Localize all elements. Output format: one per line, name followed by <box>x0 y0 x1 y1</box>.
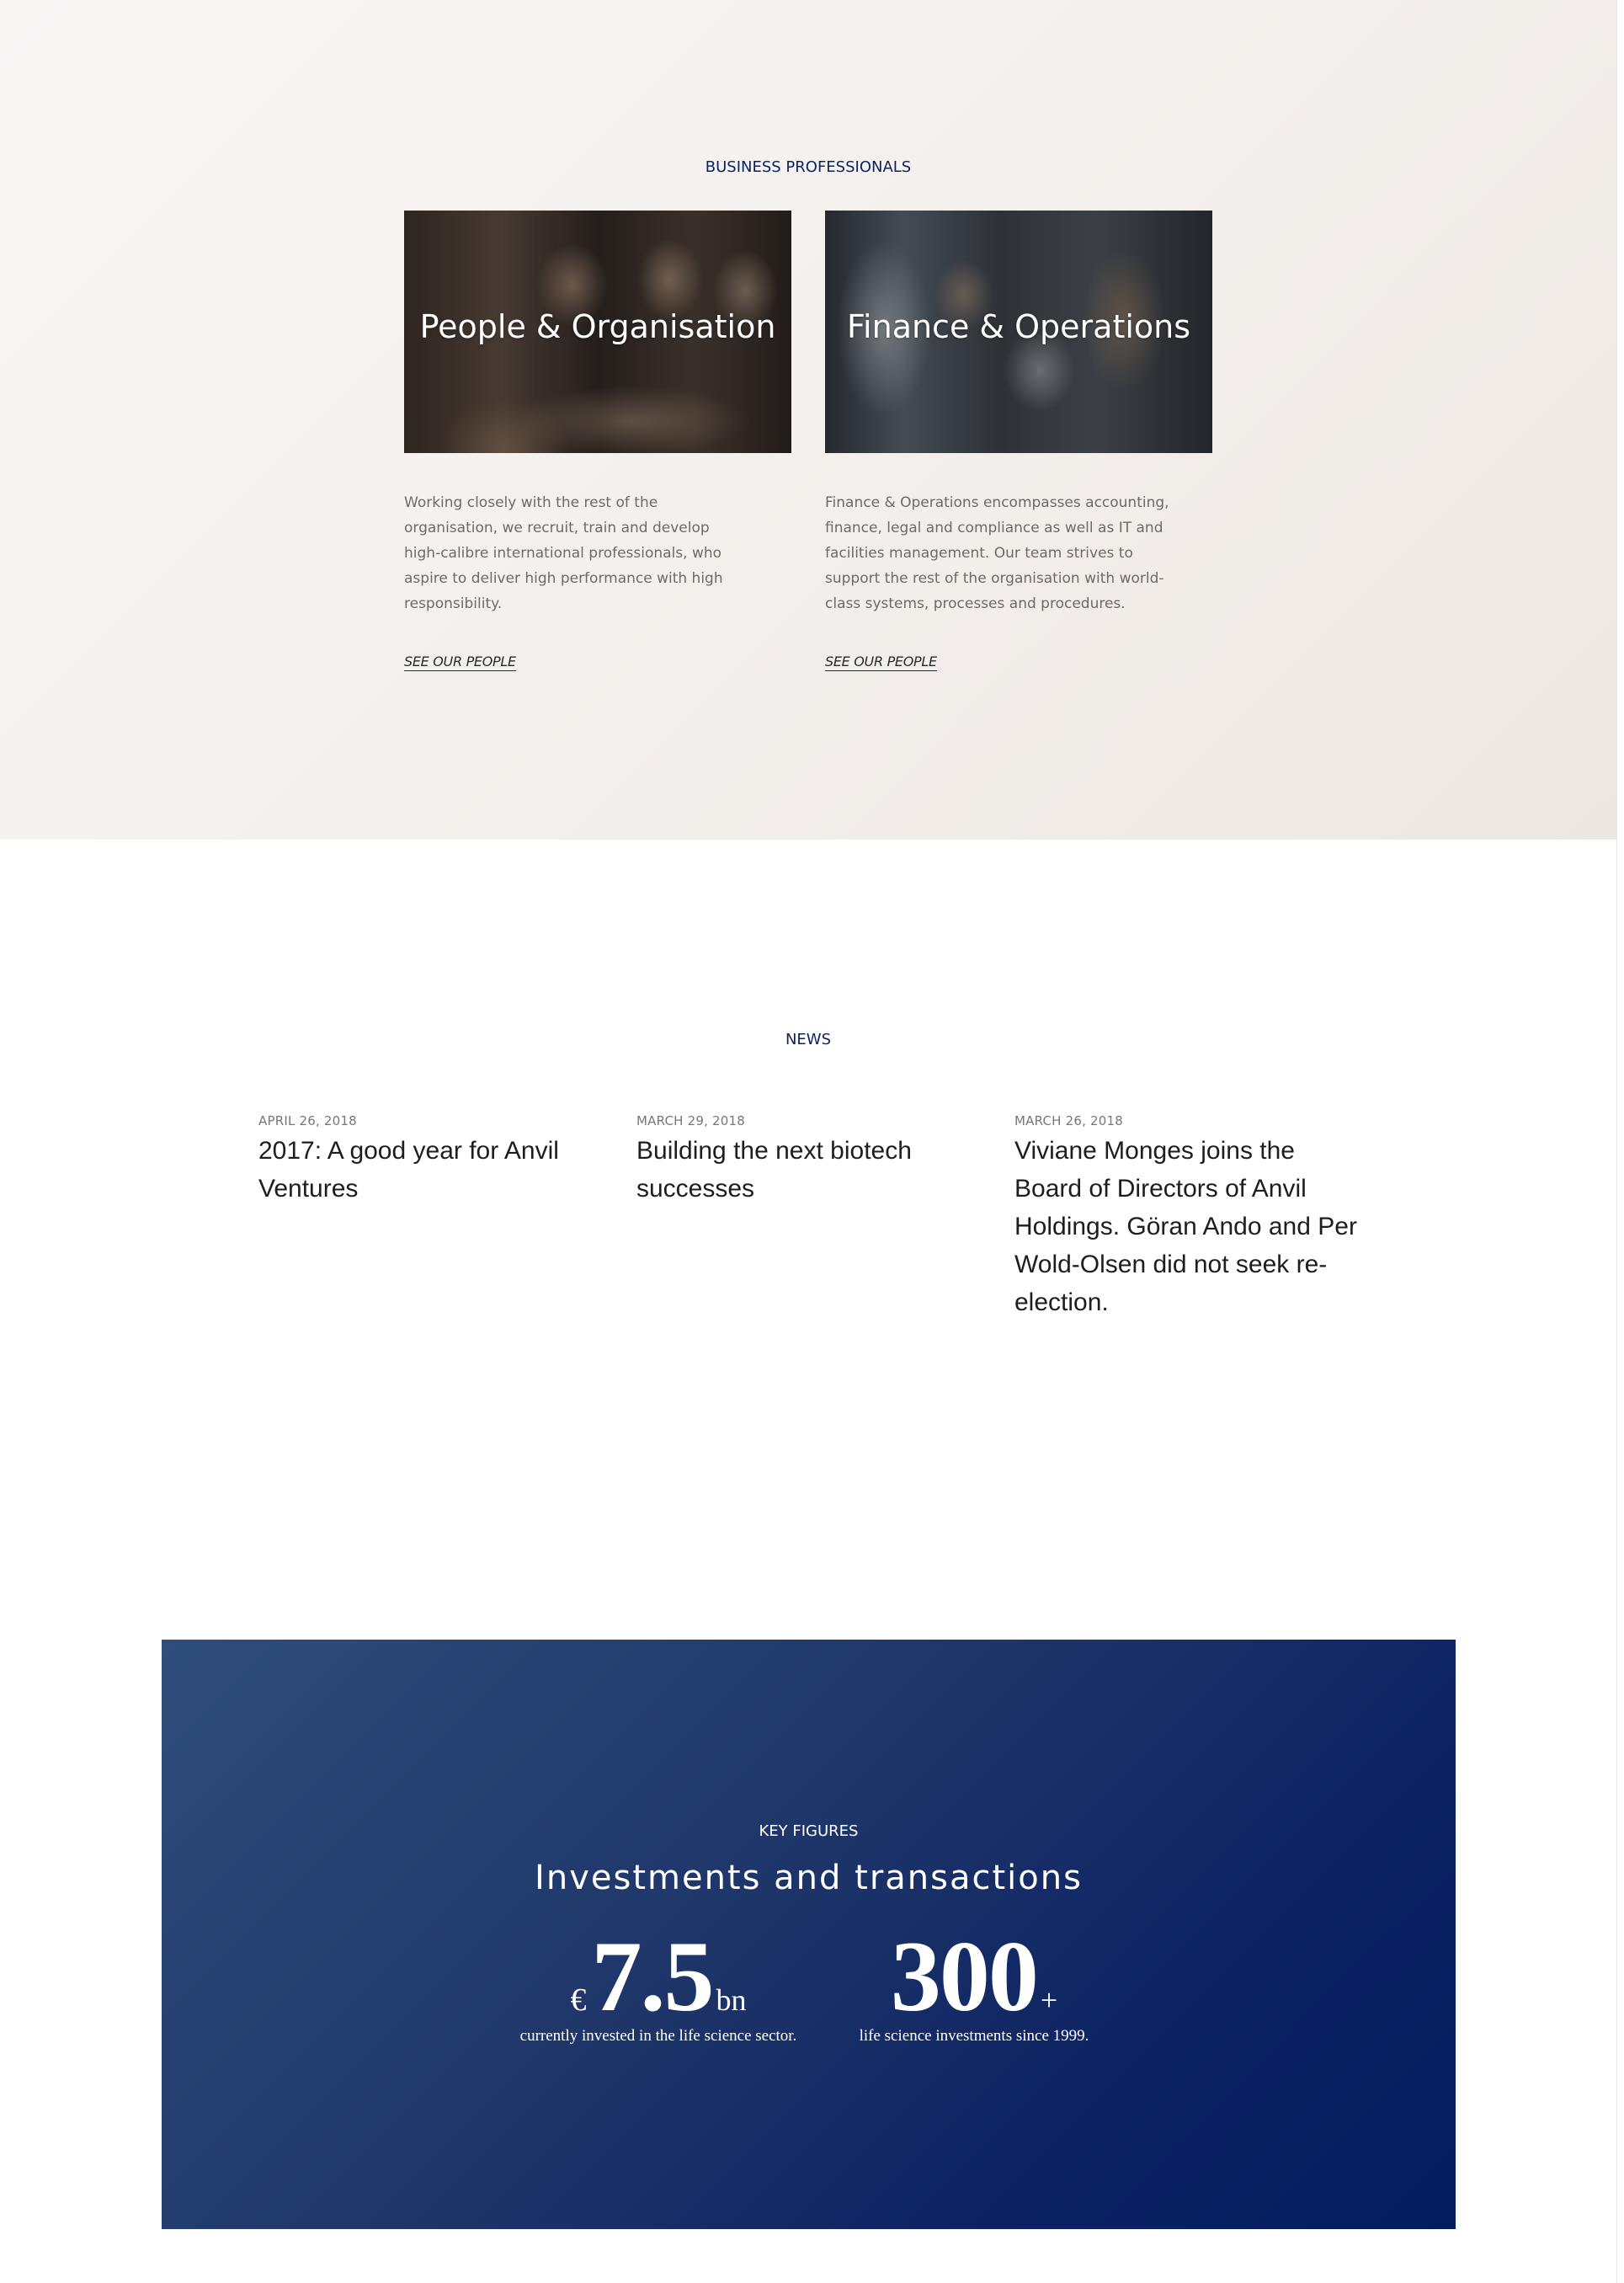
page: BUSINESS PROFESSIONALS People & Organisa… <box>0 0 1624 2283</box>
news-title-link[interactable]: Building the next biotech successes <box>636 1132 940 1208</box>
business-professionals-section: BUSINESS PROFESSIONALS People & Organisa… <box>0 0 1616 840</box>
finance-operations-card: Finance & Operations Finance & Operation… <box>825 211 1212 671</box>
news-date: MARCH 26, 2018 <box>1014 1113 1123 1128</box>
finance-operations-image[interactable]: Finance & Operations <box>825 211 1212 453</box>
business-professionals-eyebrow: BUSINESS PROFESSIONALS <box>705 158 912 176</box>
people-organisation-card: People & Organisation Working closely wi… <box>404 211 791 671</box>
figure-unit: bn <box>716 1983 747 2017</box>
page-scrollbar[interactable] <box>1616 0 1624 2283</box>
key-figures-section: KEY FIGURES Investments and transactions… <box>162 1640 1456 2229</box>
key-figure-investments: 300 + life science investments since 1999… <box>835 1926 1113 2046</box>
figure-value: 7.5 <box>591 1920 715 2032</box>
news-title-link[interactable]: 2017: A good year for Anvil Ventures <box>258 1132 595 1208</box>
news-date: MARCH 29, 2018 <box>636 1113 745 1128</box>
finance-operations-title[interactable]: Finance & Operations <box>825 308 1212 345</box>
figure-unit: + <box>1040 1983 1058 2017</box>
figure-value: 300 <box>890 1920 1039 2032</box>
news-title-link[interactable]: Viviane Monges joins the Board of Direct… <box>1014 1132 1368 1321</box>
news-eyebrow: NEWS <box>785 1031 832 1048</box>
key-figure-invested: €7.5 bn currently invested in the life sc… <box>490 1926 827 2046</box>
news-date: APRIL 26, 2018 <box>258 1113 357 1128</box>
see-our-people-link[interactable]: SEE OUR PEOPLE <box>404 653 516 671</box>
see-our-people-link[interactable]: SEE OUR PEOPLE <box>825 653 937 671</box>
key-figures-heading: Investments and transactions <box>535 1859 1083 1897</box>
news-item: MARCH 26, 2018 Viviane Monges joins the … <box>1014 1113 1368 1321</box>
key-figures-eyebrow: KEY FIGURES <box>759 1822 859 1840</box>
finance-operations-description: Finance & Operations encompasses account… <box>825 494 1169 612</box>
people-organisation-description: Working closely with the rest of the org… <box>404 494 723 612</box>
news-item: APRIL 26, 2018 2017: A good year for Anv… <box>258 1113 595 1208</box>
figure-currency: € <box>570 1982 587 2018</box>
news-item: MARCH 29, 2018 Building the next biotech… <box>636 1113 940 1208</box>
people-organisation-image[interactable]: People & Organisation <box>404 211 791 453</box>
people-organisation-title[interactable]: People & Organisation <box>404 308 791 345</box>
